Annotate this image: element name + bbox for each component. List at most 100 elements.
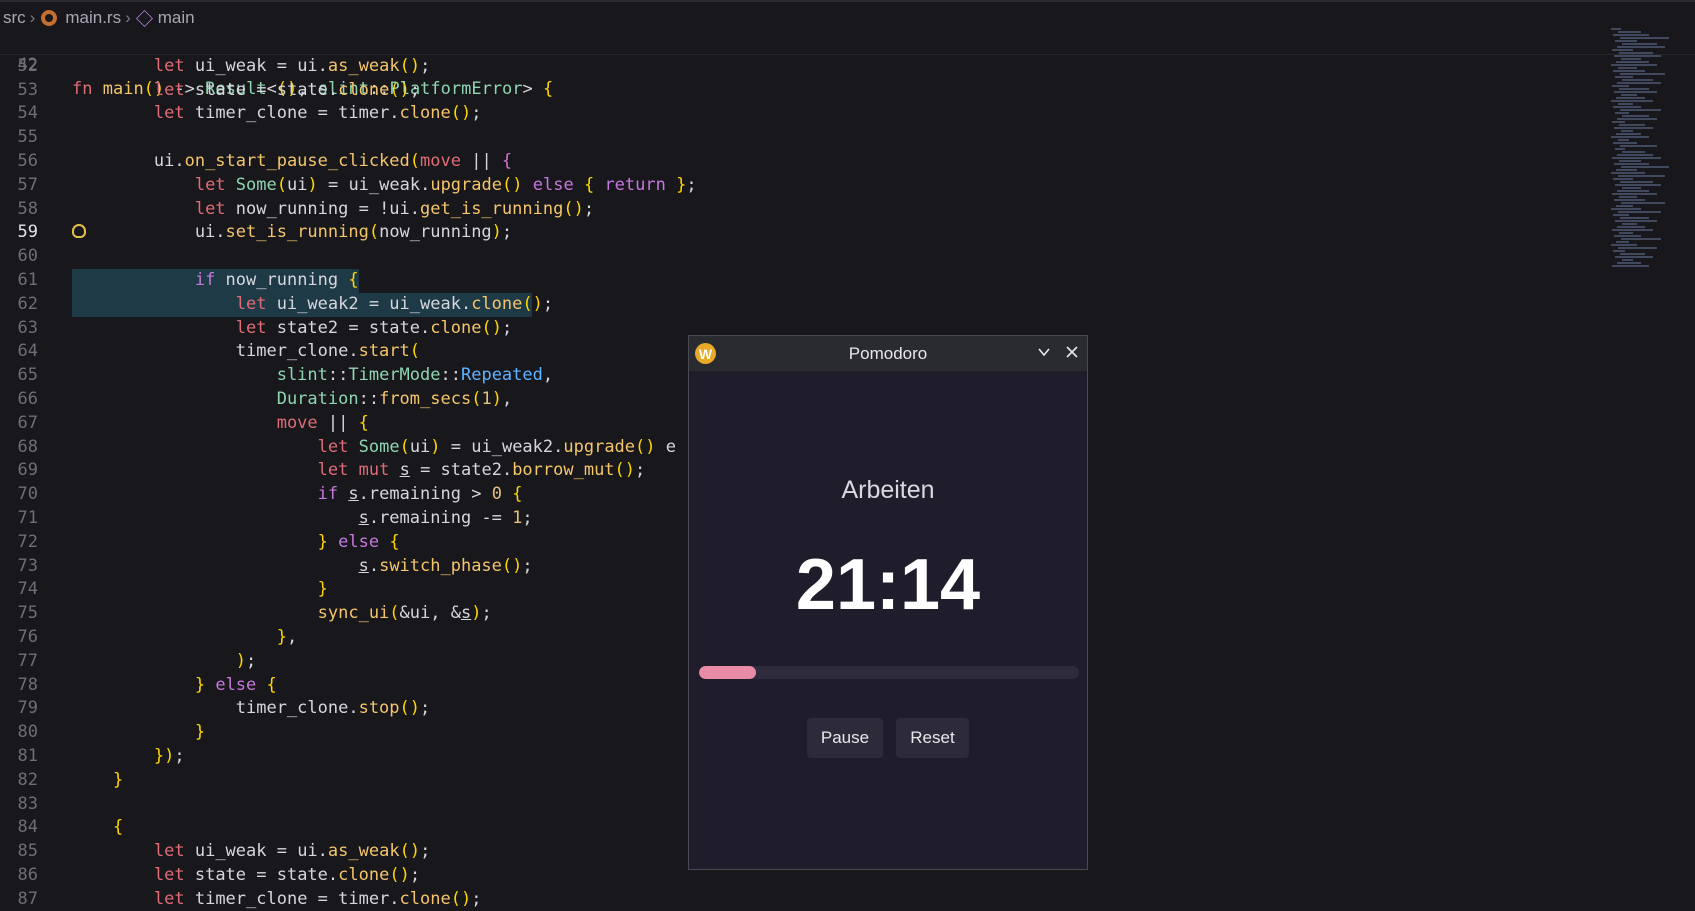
line-number: 75 <box>17 603 38 624</box>
minimap-line <box>1620 253 1645 255</box>
minimap-line <box>1619 160 1641 162</box>
line-number: 56 <box>17 150 38 171</box>
minimap-line <box>1616 97 1645 99</box>
minimap-line <box>1611 28 1621 30</box>
minimap-line <box>1622 115 1649 117</box>
minimize-button[interactable] <box>1033 342 1055 364</box>
minimap-line <box>1612 265 1649 267</box>
code-text: timer_clone.stop(); <box>72 698 431 719</box>
line-number: 76 <box>17 626 38 647</box>
minimap-line <box>1617 190 1649 192</box>
code-line-row[interactable]: 57 let Some(ui) = ui_weak.upgrade() else… <box>0 174 1695 198</box>
minimap-line <box>1617 154 1653 156</box>
minimap-line <box>1612 157 1661 159</box>
minimap-line <box>1612 49 1633 51</box>
line-number: 79 <box>17 698 38 719</box>
line-number: 82 <box>17 769 38 790</box>
line-number: 57 <box>17 174 38 195</box>
code-line-row[interactable]: 62 let ui_weak2 = ui_weak.clone(); <box>0 292 1695 317</box>
breadcrumb: src › main.rs › main <box>0 0 1695 34</box>
code-text: } <box>112 769 124 790</box>
line-number: 52 <box>17 55 38 76</box>
window-titlebar[interactable]: W Pomodoro <box>689 336 1087 371</box>
chevron-right-icon: › <box>29 8 36 27</box>
minimap-line <box>1620 145 1657 147</box>
minimap-line <box>1611 244 1637 246</box>
minimap-line <box>1613 142 1637 144</box>
minimap-line <box>1621 238 1661 240</box>
line-number: 59 <box>17 222 38 243</box>
pomodoro-window: W Pomodoro Arbeiten 21:14 Pause Reset <box>688 335 1088 870</box>
breadcrumb-file[interactable]: main.rs <box>65 8 121 28</box>
line-number: 53 <box>17 79 38 100</box>
minimap-line <box>1613 250 1625 252</box>
sticky-scroll-line[interactable]: 42 fn main() -> Result<(), slint::Platfo… <box>0 30 1695 99</box>
minimap-line <box>1615 112 1629 114</box>
code-line-row[interactable]: 53 let state = state.clone(); <box>0 79 1695 103</box>
minimap-line <box>1612 85 1629 87</box>
code-text: let state = state.clone(); <box>153 79 421 100</box>
code-line-row[interactable]: 55 <box>0 126 1695 150</box>
code-line-row[interactable]: 52 let ui_weak = ui.as_weak(); <box>0 55 1695 79</box>
minimap-line <box>1622 187 1641 189</box>
minimap-line <box>1619 232 1633 234</box>
minimap[interactable] <box>1605 28 1695 268</box>
phase-label: Arbeiten <box>841 476 935 504</box>
code-text: }); <box>153 745 185 766</box>
code-text: let ui_weak2 = ui_weak.clone(); <box>235 293 554 314</box>
pause-button[interactable]: Pause <box>807 718 883 758</box>
code-line-row[interactable]: 87 let timer_clone = timer.clone(); <box>0 888 1695 911</box>
minimap-line <box>1618 139 1629 141</box>
close-icon <box>1066 346 1078 358</box>
minimap-line <box>1618 247 1657 249</box>
line-number: 64 <box>17 341 38 362</box>
code-line-row[interactable]: 59 ui.set_is_running(now_running); <box>0 221 1695 245</box>
minimap-line <box>1615 148 1625 150</box>
line-number: 63 <box>17 317 38 338</box>
line-number: 67 <box>17 412 38 433</box>
minimap-line <box>1619 52 1653 54</box>
minimap-line <box>1612 193 1657 195</box>
code-line-row[interactable]: 61 if now_running { <box>0 268 1695 293</box>
code-text: let ui_weak = ui.as_weak(); <box>153 841 431 862</box>
minimap-line <box>1614 55 1661 57</box>
minimap-line <box>1618 67 1637 69</box>
breadcrumb-folder[interactable]: src <box>3 8 26 28</box>
minimap-line <box>1612 121 1625 123</box>
code-text: let state = state.clone(); <box>153 864 421 885</box>
symbol-method-icon <box>135 9 153 27</box>
minimap-line <box>1613 214 1629 216</box>
line-number: 55 <box>17 127 38 148</box>
minimap-line <box>1618 31 1641 33</box>
timer-display: 21:14 <box>795 545 981 625</box>
minimap-line <box>1615 184 1661 186</box>
code-line-row[interactable]: 54 let timer_clone = timer.clone(); <box>0 102 1695 126</box>
minimap-line <box>1620 109 1661 111</box>
line-number: 74 <box>17 579 38 600</box>
code-text: } else { <box>317 531 400 552</box>
app-icon: W <box>695 343 716 364</box>
breadcrumb-symbol[interactable]: main <box>158 8 195 28</box>
code-line-row[interactable]: 58 let now_running = !ui.get_is_running(… <box>0 198 1695 222</box>
line-number: 85 <box>17 841 38 862</box>
minimap-line <box>1613 178 1633 180</box>
code-text: let state2 = state.clone(); <box>235 317 513 338</box>
minimap-line <box>1617 118 1657 120</box>
code-text: slint::TimerMode::Repeated, <box>276 365 554 386</box>
minimap-line <box>1612 229 1653 231</box>
code-text: ui.on_start_pause_clicked(move || { <box>72 150 513 171</box>
minimap-line <box>1617 46 1665 48</box>
minimap-line <box>1614 127 1653 129</box>
code-line-row[interactable]: 60 <box>0 245 1695 269</box>
code-text: let Some(ui) = ui_weak2.upgrade() e <box>317 436 677 457</box>
code-text: move || { <box>276 412 369 433</box>
line-number: 68 <box>17 436 38 457</box>
minimap-line <box>1611 64 1657 66</box>
code-text: ui.set_is_running(now_running); <box>72 222 513 243</box>
code-line-row[interactable]: 56 ui.on_start_pause_clicked(move || { <box>0 150 1695 174</box>
minimap-line <box>1613 34 1649 36</box>
line-number: 60 <box>17 246 38 267</box>
close-button[interactable] <box>1061 342 1083 364</box>
reset-button[interactable]: Reset <box>896 718 969 758</box>
minimap-line <box>1616 169 1637 171</box>
